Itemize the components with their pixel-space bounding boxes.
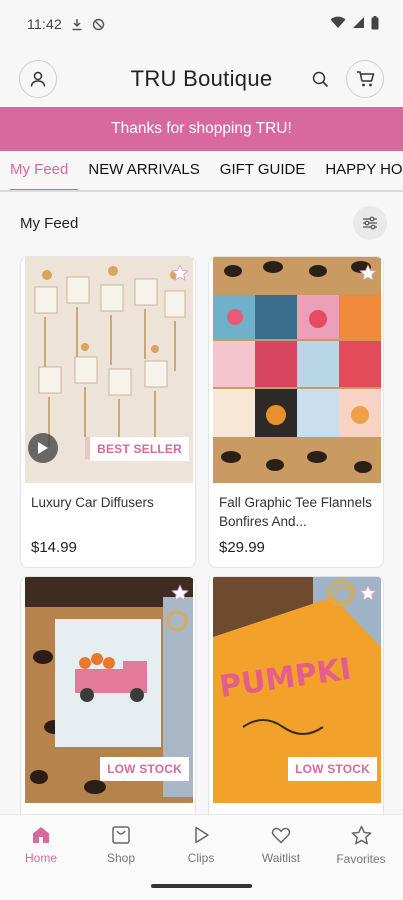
- product-image[interactable]: [213, 257, 381, 483]
- nav-shop[interactable]: Shop: [81, 825, 161, 865]
- tab-happy-hour[interactable]: HAPPY HOUR: [315, 152, 403, 190]
- nav-label: Waitlist: [261, 851, 301, 865]
- filter-button[interactable]: [353, 206, 387, 240]
- favorite-star-icon[interactable]: [359, 264, 377, 287]
- tab-new-arrivals[interactable]: NEW ARRIVALS: [78, 152, 209, 190]
- search-button[interactable]: [307, 66, 333, 92]
- battery-icon: [371, 15, 379, 33]
- play-icon: [38, 442, 48, 454]
- product-price: $14.99: [31, 539, 77, 556]
- favorite-star-icon[interactable]: [359, 584, 377, 607]
- feed-header: My Feed: [0, 204, 403, 242]
- product-card[interactable]: BEST SELLER Luxury Car Diffusers $14.99: [20, 256, 196, 568]
- product-image[interactable]: LOW STOCK: [25, 577, 193, 803]
- status-badge: LOW STOCK: [100, 757, 189, 781]
- nav-favorites[interactable]: Favorites: [321, 825, 401, 866]
- favorite-star-icon[interactable]: [171, 264, 189, 287]
- heart-icon: [271, 827, 291, 844]
- product-name[interactable]: Fall Graphic Tee Flannels Bonfires And..…: [219, 493, 377, 531]
- status-bar: 11:42: [0, 0, 403, 48]
- product-image[interactable]: BEST SELLER: [25, 257, 193, 483]
- status-badge: BEST SELLER: [90, 437, 189, 461]
- play-icon: [195, 826, 209, 844]
- product-name[interactable]: Luxury Car Diffusers: [31, 493, 189, 512]
- feed-title: My Feed: [20, 214, 79, 232]
- home-icon: [33, 827, 49, 843]
- star-icon: [351, 825, 371, 845]
- play-video-button[interactable]: [28, 433, 58, 463]
- nav-waitlist[interactable]: Waitlist: [241, 825, 321, 865]
- nav-label: Clips: [187, 851, 215, 865]
- tab-gift-guide[interactable]: GIFT GUIDE: [210, 152, 316, 190]
- nav-home[interactable]: Home: [1, 825, 81, 865]
- shop-icon: [112, 826, 130, 844]
- filter-icon: [363, 216, 377, 230]
- product-price: $29.99: [219, 539, 265, 556]
- signal-icon: [352, 16, 365, 32]
- nav-label: Home: [24, 851, 57, 865]
- favorite-star-icon[interactable]: [171, 584, 189, 607]
- nav-clips[interactable]: Clips: [161, 825, 241, 865]
- home-indicator[interactable]: [151, 884, 252, 888]
- promo-banner: Thanks for shopping TRU!: [0, 107, 403, 151]
- cart-icon: [356, 71, 374, 87]
- page-title: TRU Boutique: [130, 66, 273, 91]
- status-time: 11:42: [27, 16, 62, 32]
- status-badge: LOW STOCK: [288, 757, 377, 781]
- tab-my-feed[interactable]: My Feed: [0, 152, 79, 190]
- app-header: TRU Boutique: [0, 52, 403, 106]
- nav-label: Shop: [106, 851, 136, 865]
- wifi-icon: [330, 16, 346, 32]
- do-not-disturb-icon: [92, 18, 105, 31]
- category-tabs: My Feed NEW ARRIVALS GIFT GUIDE HAPPY HO…: [0, 152, 403, 192]
- download-icon: [71, 18, 83, 31]
- product-card[interactable]: Fall Graphic Tee Flannels Bonfires And..…: [208, 256, 384, 568]
- cart-button[interactable]: [346, 60, 384, 98]
- search-icon: [312, 71, 328, 87]
- product-image[interactable]: PUMPKI LOW STOCK: [213, 577, 381, 803]
- nav-label: Favorites: [336, 852, 386, 866]
